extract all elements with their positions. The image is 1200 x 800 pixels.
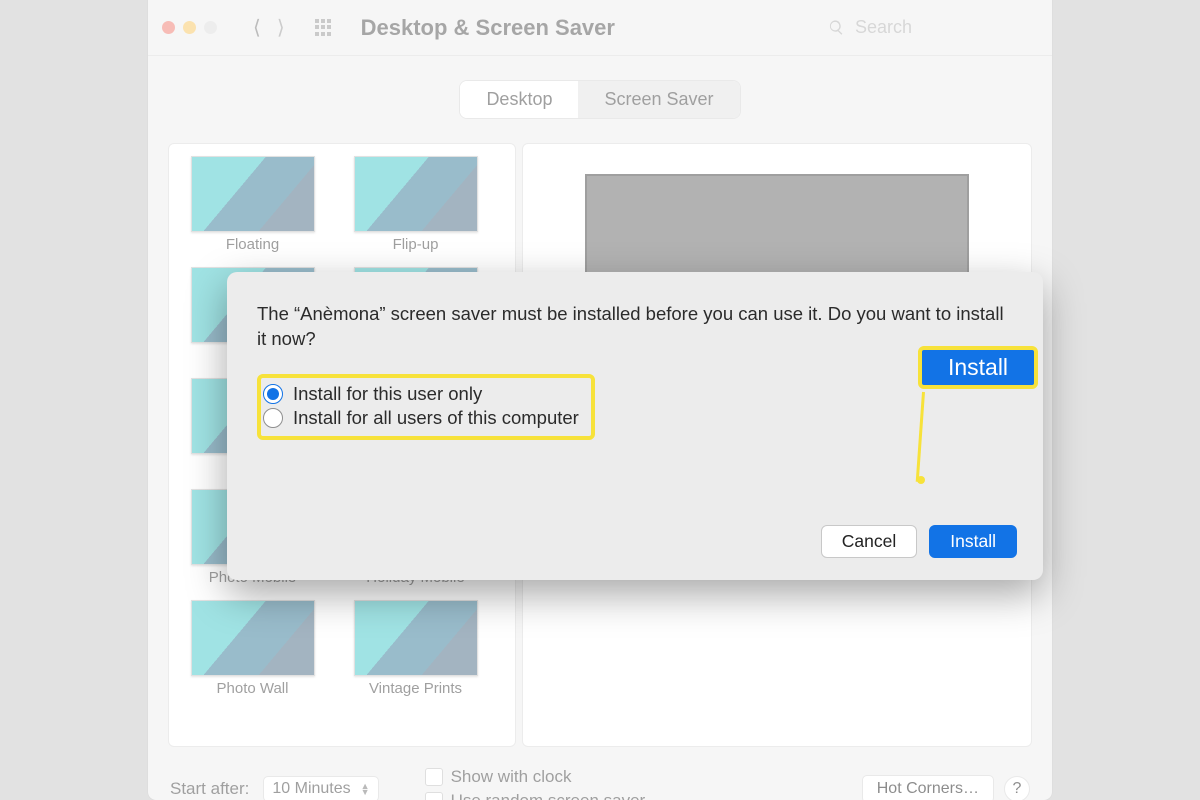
dialog-message: The “Anèmona” screen saver must be insta… (257, 302, 1013, 352)
radio-icon (263, 384, 283, 404)
install-button[interactable]: Install (929, 525, 1017, 558)
radio-icon (263, 408, 283, 428)
annotation-callout: Install (918, 346, 1038, 389)
radio-this-user[interactable]: Install for this user only (263, 382, 579, 406)
radio-label: Install for all users of this computer (293, 407, 579, 429)
annotation-dot (917, 476, 925, 484)
install-scope-radiogroup: Install for this user only Install for a… (257, 374, 595, 440)
radio-label: Install for this user only (293, 383, 482, 405)
cancel-button[interactable]: Cancel (821, 525, 917, 558)
radio-all-users[interactable]: Install for all users of this computer (263, 406, 579, 430)
